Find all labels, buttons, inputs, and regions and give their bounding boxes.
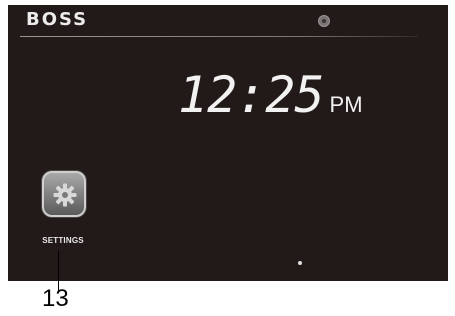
clock-ampm: PM [329,92,363,117]
callout-number: 13 [42,285,69,312]
settings-app-button[interactable]: SETTINGS [38,171,88,251]
clock-display: 12:25 PM [178,65,363,125]
gear-icon [53,183,77,207]
top-divider [20,36,418,37]
clock-time: 12:25 [178,66,325,124]
device-screen: BOSS 12:25 PM SETTINGS [8,5,448,281]
brand-logo: BOSS [26,9,89,30]
settings-label: SETTINGS [42,236,84,245]
settings-tile[interactable] [42,171,86,217]
status-circle-icon [318,15,330,27]
page-indicator-dot [298,261,302,265]
top-bar: BOSS [8,5,448,39]
